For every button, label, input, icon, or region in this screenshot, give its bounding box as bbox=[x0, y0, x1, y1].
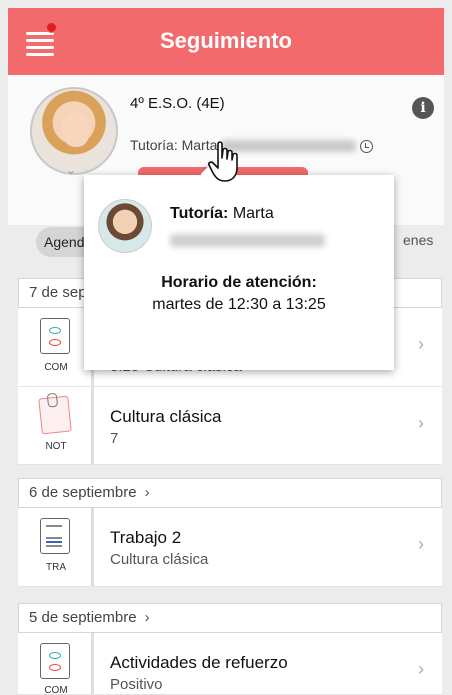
office-hours-value: martes de 12:30 a 13:25 bbox=[152, 296, 326, 313]
tutor-name: Tutoría: Marta bbox=[170, 205, 274, 222]
item-code: COM bbox=[44, 685, 68, 695]
clock-icon[interactable] bbox=[360, 139, 374, 153]
item-title: Cultura clásica bbox=[110, 407, 222, 426]
item-code: NOT bbox=[45, 441, 67, 452]
date-label: 5 de septiembre bbox=[29, 609, 137, 626]
item-subtitle: Positivo bbox=[110, 676, 163, 693]
chevron-right-icon: › bbox=[418, 334, 424, 354]
item-subtitle: Cultura clásica bbox=[110, 551, 209, 568]
chevron-right-icon: › bbox=[144, 484, 150, 501]
date-label: 6 de septiembre bbox=[29, 484, 137, 501]
trabajo-icon bbox=[40, 518, 70, 554]
date-header[interactable]: 6 de septiembre › bbox=[18, 478, 442, 508]
tutor-surname-blurred bbox=[221, 140, 357, 153]
tutor-avatar bbox=[98, 199, 152, 253]
chevron-down-icon[interactable]: ⌄ bbox=[66, 163, 76, 177]
tutor-surname-blurred bbox=[170, 234, 325, 247]
tutor-popup: Tutoría: Marta Horario de atención: mart… bbox=[84, 175, 394, 370]
item-title: Trabajo 2 bbox=[110, 528, 182, 547]
tab-other[interactable]: enes bbox=[403, 232, 433, 248]
item-title: Actividades de refuerzo bbox=[110, 653, 288, 672]
list-item[interactable]: TRA Trabajo 2 Cultura clásica › bbox=[18, 508, 442, 587]
tutor-link[interactable]: Tutoría: Marta bbox=[130, 137, 374, 153]
item-subtitle: 7 bbox=[110, 430, 119, 447]
chevron-right-icon: › bbox=[418, 413, 424, 433]
office-hours-title: Horario de atención: bbox=[161, 274, 317, 291]
comunicacion-icon bbox=[40, 643, 70, 679]
comunicacion-icon bbox=[40, 318, 70, 354]
more-vert-icon[interactable]: i bbox=[412, 97, 434, 119]
app-bar: Seguimiento bbox=[8, 8, 444, 75]
page-title: Seguimiento bbox=[159, 28, 292, 53]
item-code: COM bbox=[44, 362, 68, 373]
chevron-right-icon: › bbox=[418, 534, 424, 554]
hand-cursor-icon bbox=[208, 141, 238, 182]
student-avatar[interactable] bbox=[30, 87, 118, 175]
course-label: 4º E.S.O. (4E) bbox=[130, 95, 225, 112]
chevron-right-icon: › bbox=[418, 659, 424, 679]
nota-icon bbox=[38, 395, 72, 435]
list-item[interactable]: NOT Cultura clásica 7 › bbox=[18, 387, 442, 465]
item-code: TRA bbox=[46, 562, 66, 573]
tutor-label: Tutoría: Marta bbox=[130, 137, 218, 153]
date-header[interactable]: 5 de septiembre › bbox=[18, 603, 442, 633]
chevron-right-icon: › bbox=[144, 609, 150, 626]
list-item[interactable]: COM Actividades de refuerzo Positivo › bbox=[18, 633, 442, 695]
